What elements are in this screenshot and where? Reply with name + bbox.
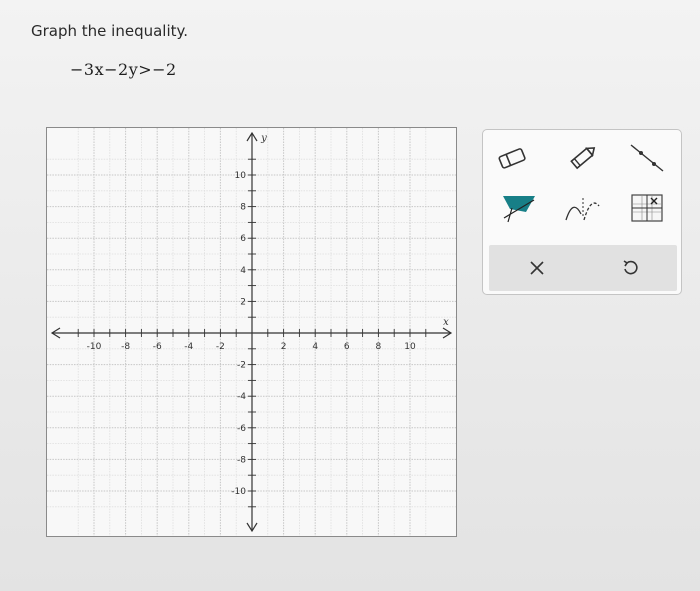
undo-icon	[623, 260, 638, 275]
close-icon	[530, 261, 544, 275]
undo-button[interactable]	[611, 249, 651, 287]
y-tick-label: -8	[237, 455, 246, 465]
x-tick-label: -6	[153, 342, 162, 352]
clear-button[interactable]	[517, 249, 557, 287]
x-tick-label: 8	[376, 342, 382, 352]
action-bar	[489, 245, 677, 291]
y-tick-label: 6	[240, 234, 246, 244]
line-tool-icon	[630, 144, 664, 172]
y-axis-label: y	[260, 133, 267, 144]
pencil-tool-button[interactable]	[561, 140, 605, 176]
x-tick-label: 10	[404, 342, 416, 352]
grid-point-tool-button[interactable]	[625, 190, 669, 226]
graphing-toolbox	[482, 129, 682, 295]
line-tool-button[interactable]	[625, 140, 669, 176]
x-tick-label: 4	[312, 342, 318, 352]
x-axis-label: x	[443, 317, 449, 328]
x-tick-label: 6	[344, 342, 350, 352]
x-tick-label: -4	[184, 342, 193, 352]
y-tick-label: -4	[237, 392, 246, 402]
y-tick-label: 8	[240, 203, 246, 213]
curve-tool-button[interactable]	[561, 190, 605, 226]
question-instruction: Graph the inequality.	[31, 22, 189, 40]
shade-region-tool-button[interactable]	[497, 190, 541, 226]
x-tick-label: -8	[121, 342, 130, 352]
y-tick-label: 2	[240, 297, 246, 307]
fill-region-icon	[503, 196, 535, 223]
eraser-tool-button[interactable]	[491, 140, 535, 176]
eraser-icon	[498, 148, 526, 169]
grid-point-icon	[631, 194, 663, 222]
curve-tool-icon	[565, 198, 600, 221]
x-tick-label: 2	[281, 342, 287, 352]
coordinate-plane[interactable]: -10 -8 -6 -4 -2 2 4 6 8 10 10 8 6 4 2 -2 -4 -6 -8 -10 x y	[47, 128, 456, 536]
graph-panel[interactable]: -10 -8 -6 -4 -2 2 4 6 8 10 10 8 6 4 2 -2 -4 -6 -8 -10 x y	[46, 127, 457, 537]
y-tick-label: -2	[237, 361, 246, 371]
inequality-expression: −3x−2y>−2	[70, 60, 177, 79]
y-tick-label: 10	[235, 171, 247, 181]
pencil-icon	[570, 147, 596, 170]
y-tick-label: 4	[240, 266, 246, 276]
y-tick-label: -10	[231, 487, 246, 497]
y-tick-label: -6	[237, 424, 246, 434]
x-tick-label: -10	[87, 342, 102, 352]
x-tick-label: -2	[216, 342, 225, 352]
